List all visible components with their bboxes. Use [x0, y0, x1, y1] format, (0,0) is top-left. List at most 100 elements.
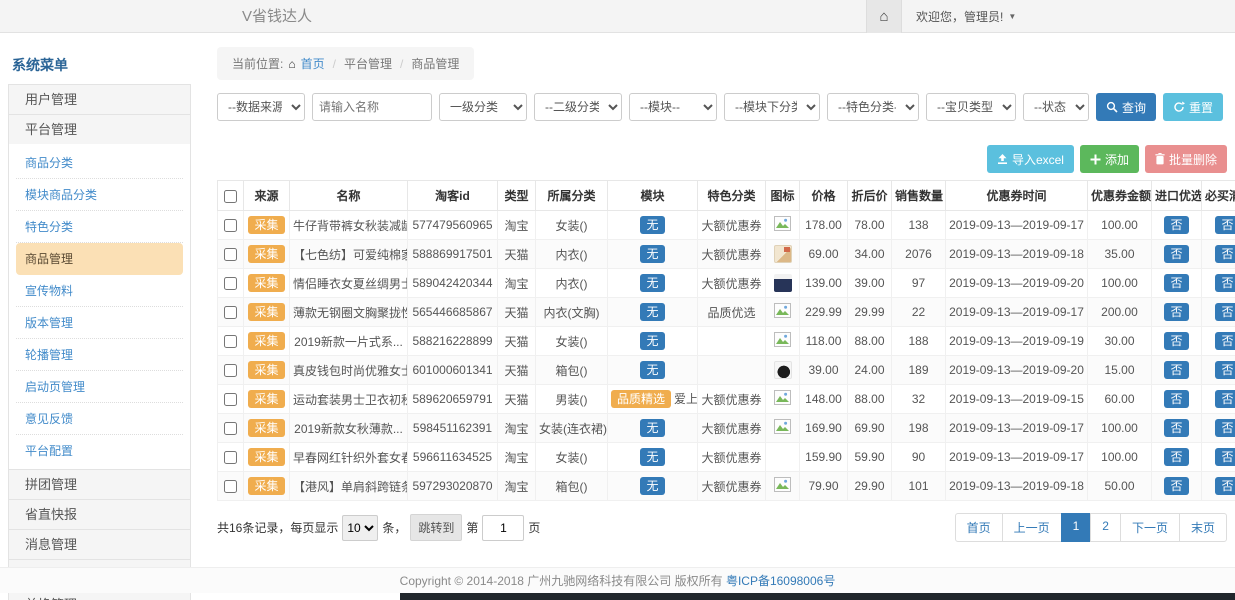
import-select-toggle[interactable]: 否: [1164, 477, 1188, 495]
sidebar-group-0[interactable]: 用户管理: [8, 84, 191, 115]
user-menu[interactable]: 欢迎您，管理员! ▼: [902, 0, 1030, 33]
cell-module: 无: [608, 414, 698, 443]
filter-level2-category[interactable]: --二级分类--: [534, 93, 622, 121]
cell-discount-price: 78.00: [848, 211, 892, 240]
icp-link[interactable]: 粤ICP备16098006号: [726, 572, 835, 589]
sidebar-item-2[interactable]: 商品分类: [16, 147, 183, 179]
page-number-input[interactable]: [482, 515, 524, 541]
must-buy-toggle[interactable]: 否: [1215, 477, 1235, 495]
cell-price: 169.90: [800, 414, 848, 443]
filter-module-subcategory[interactable]: --模块下分类--: [724, 93, 820, 121]
batch-delete-button[interactable]: 批量删除: [1145, 145, 1227, 173]
pager-button-末页[interactable]: 末页: [1179, 513, 1227, 542]
sidebar-item-6[interactable]: 宣传物料: [16, 275, 183, 307]
sidebar-item-9[interactable]: 启动页管理: [16, 371, 183, 403]
cell-taoke-id: 589620659791: [408, 385, 498, 414]
cell-type: 淘宝: [498, 269, 536, 298]
cell-sales: 90: [892, 443, 946, 472]
must-buy-toggle[interactable]: 否: [1215, 245, 1235, 263]
add-button[interactable]: 添加: [1080, 145, 1139, 173]
must-buy-toggle[interactable]: 否: [1215, 361, 1235, 379]
sidebar-item-5[interactable]: 商品管理: [16, 243, 183, 275]
row-checkbox[interactable]: [224, 219, 237, 232]
sidebar-item-7[interactable]: 版本管理: [16, 307, 183, 339]
filter-feature-category[interactable]: --特色分类--: [827, 93, 919, 121]
must-buy-toggle[interactable]: 否: [1215, 390, 1235, 408]
pager-button-首页[interactable]: 首页: [955, 513, 1003, 542]
cell-import-select: 否: [1152, 472, 1202, 501]
sidebar-item-3[interactable]: 模块商品分类: [16, 179, 183, 211]
pager-button-2[interactable]: 2: [1090, 513, 1121, 542]
cell-type: 天猫: [498, 327, 536, 356]
jump-button[interactable]: 跳转到: [410, 514, 462, 541]
import-select-toggle[interactable]: 否: [1164, 390, 1188, 408]
cell-icon: [766, 211, 800, 240]
reset-button[interactable]: 重置: [1163, 93, 1223, 121]
cell-coupon-time: 2019-09-13—2019-09-20: [946, 356, 1088, 385]
row-checkbox[interactable]: [224, 335, 237, 348]
cell-checkbox: [218, 211, 244, 240]
sidebar-item-4[interactable]: 特色分类: [16, 211, 183, 243]
filter-module[interactable]: --模块--: [629, 93, 717, 121]
source-badge: 采集: [248, 245, 284, 263]
filter-status[interactable]: --状态--: [1023, 93, 1089, 121]
cell-category: 内衣(): [536, 269, 608, 298]
pager-button-下一页[interactable]: 下一页: [1120, 513, 1180, 542]
row-checkbox[interactable]: [224, 422, 237, 435]
row-checkbox[interactable]: [224, 248, 237, 261]
sidebar-group-14[interactable]: 消息管理: [8, 529, 191, 560]
select-all-checkbox[interactable]: [224, 190, 237, 203]
import-select-toggle[interactable]: 否: [1164, 303, 1188, 321]
filter-item-type[interactable]: --宝贝类型--: [926, 93, 1016, 121]
sidebar-group-12[interactable]: 拼团管理: [8, 469, 191, 500]
module-badge: 无: [640, 332, 664, 350]
pager-button-上一页[interactable]: 上一页: [1002, 513, 1062, 542]
import-select-toggle[interactable]: 否: [1164, 419, 1188, 437]
sidebar-group-13[interactable]: 省直快报: [8, 499, 191, 530]
cell-module: 无: [608, 356, 698, 385]
per-page-select[interactable]: 10: [342, 515, 378, 541]
import-excel-button[interactable]: 导入excel: [987, 145, 1074, 173]
home-button[interactable]: ⌂: [866, 0, 902, 33]
import-select-toggle[interactable]: 否: [1164, 274, 1188, 292]
row-checkbox[interactable]: [224, 364, 237, 377]
name-search-input[interactable]: [312, 93, 432, 121]
row-checkbox[interactable]: [224, 306, 237, 319]
must-buy-toggle[interactable]: 否: [1215, 303, 1235, 321]
import-select-toggle[interactable]: 否: [1164, 216, 1188, 234]
cell-type: 天猫: [498, 356, 536, 385]
must-buy-toggle[interactable]: 否: [1215, 216, 1235, 234]
pagination-info: 共16条记录，每页显示 10 条， 跳转到 第 页: [217, 514, 540, 541]
cell-feature: 大额优惠券: [698, 385, 766, 414]
breadcrumb-home-link[interactable]: 首页: [301, 55, 325, 72]
row-checkbox[interactable]: [224, 393, 237, 406]
filter-level1-category[interactable]: 一级分类: [439, 93, 527, 121]
breadcrumb-separator: /: [330, 57, 339, 71]
cell-must-buy: 否: [1202, 443, 1235, 472]
row-checkbox[interactable]: [224, 451, 237, 464]
sidebar-item-8[interactable]: 轮播管理: [16, 339, 183, 371]
row-checkbox[interactable]: [224, 480, 237, 493]
cell-import-select: 否: [1152, 240, 1202, 269]
import-select-toggle[interactable]: 否: [1164, 245, 1188, 263]
sidebar-item-10[interactable]: 意见反馈: [16, 403, 183, 435]
sidebar-item-11[interactable]: 平台配置: [16, 435, 183, 466]
import-select-toggle[interactable]: 否: [1164, 361, 1188, 379]
import-select-toggle[interactable]: 否: [1164, 448, 1188, 466]
must-buy-toggle[interactable]: 否: [1215, 274, 1235, 292]
cell-price: 69.00: [800, 240, 848, 269]
must-buy-toggle[interactable]: 否: [1215, 448, 1235, 466]
row-checkbox[interactable]: [224, 277, 237, 290]
import-select-toggle[interactable]: 否: [1164, 332, 1188, 350]
must-buy-toggle[interactable]: 否: [1215, 332, 1235, 350]
search-button[interactable]: 查询: [1096, 93, 1156, 121]
filter-data-source[interactable]: --数据来源--: [217, 93, 305, 121]
pager-button-1[interactable]: 1: [1061, 513, 1092, 542]
must-buy-toggle[interactable]: 否: [1215, 419, 1235, 437]
home-icon: ⌂: [879, 8, 888, 25]
sidebar-group-1[interactable]: 平台管理: [8, 114, 191, 145]
breadcrumb-separator: /: [397, 57, 406, 71]
cell-module: 无: [608, 327, 698, 356]
cell-coupon-time: 2019-09-13—2019-09-17: [946, 443, 1088, 472]
cell-must-buy: 否: [1202, 356, 1235, 385]
